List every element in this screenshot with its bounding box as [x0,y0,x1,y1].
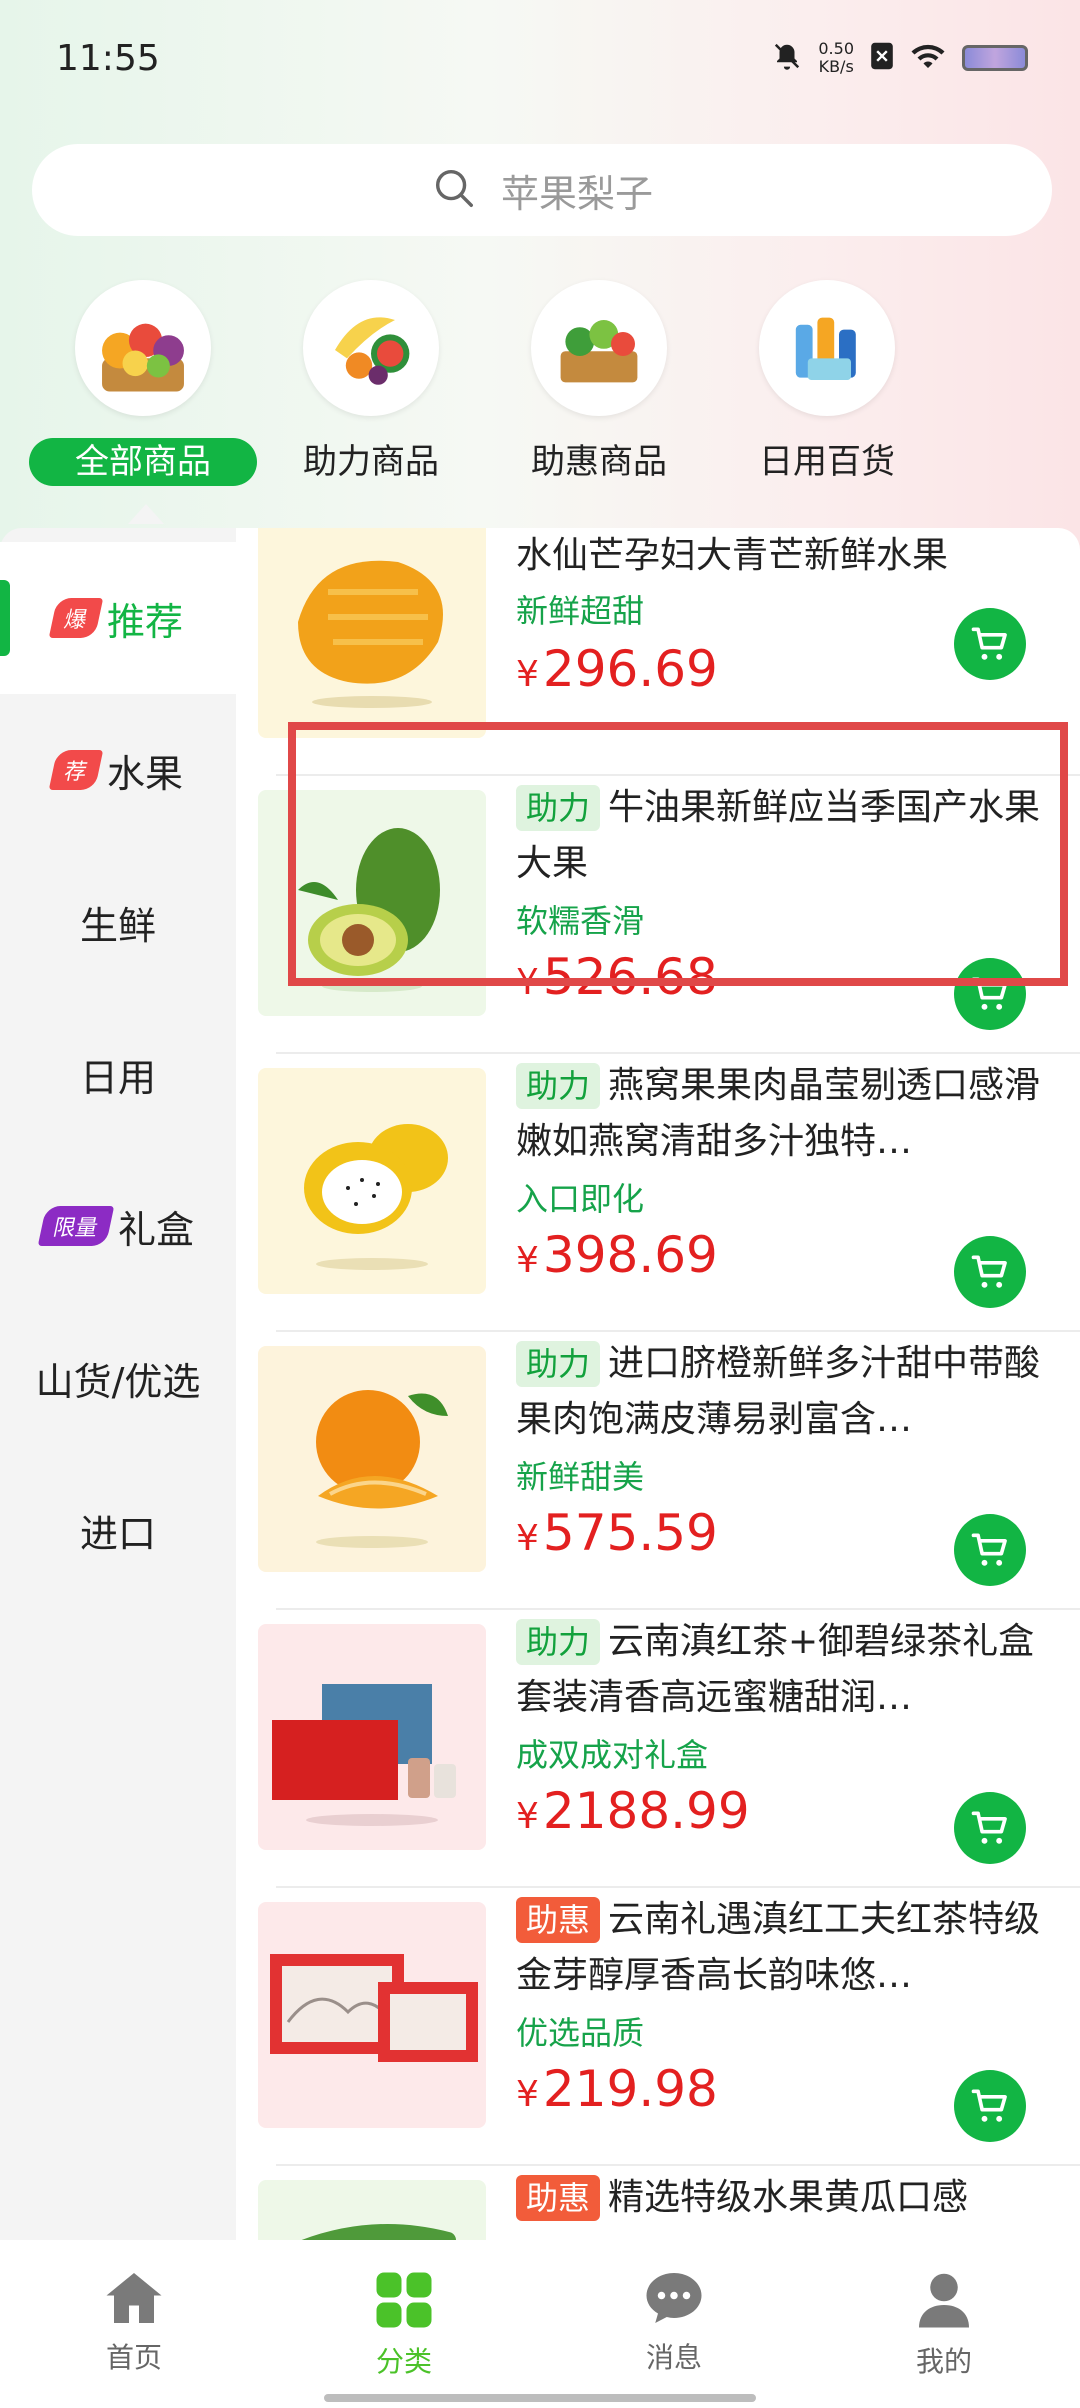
product-subtitle: 新鲜甜美 [516,1458,645,1496]
network-speed: 0.50 KB/s [818,39,854,76]
vegetable-basket-image [531,280,667,416]
product-card[interactable]: 助力 进口脐橙新鲜多汁甜中带酸果肉饱满皮薄易剥富含… 新鲜甜美 ¥575.59 [236,1332,1080,1610]
product-card[interactable]: 助惠 精选特级水果黄瓜口感 [236,2166,1080,2240]
chat-bubble-icon [646,2273,702,2323]
fruit-mix-image [303,280,439,416]
sidebar-item-recommend[interactable]: 爆 推荐 [0,542,236,694]
product-list: 水仙芒孕妇大青芒新鲜水果 新鲜超甜 ¥296.69 助力 牛油果新鲜应当季国产水果… [236,528,1080,2240]
sidebar: 爆 推荐 荐 水果 生鲜 日用 限量 礼盒 山货/优选 进口 [0,528,236,2240]
top-category-all[interactable]: 全部商品 [28,280,258,486]
active-category-pointer [128,504,164,524]
product-price: ¥219.98 [516,2060,718,2118]
product-price: ¥296.69 [516,640,718,698]
nav-category[interactable]: 分类 [304,2270,504,2380]
home-icon [106,2273,162,2323]
recommend-badge: 荐 [48,750,104,790]
user-icon [919,2273,969,2328]
product-title: 助力 燕窝果果肉晶莹剔透口感滑嫩如燕窝清甜多汁独特… [516,1063,1041,1162]
search-bar[interactable]: 苹果梨子 [32,144,1052,236]
product-card[interactable]: 助力 云南滇红茶+御碧绿茶礼盒套装清香高远蜜糖甜润… 成双成对礼盒 ¥2188.9… [236,1610,1080,1888]
top-category-bar: 全部商品 助力商品 助惠商品 日用百货 [0,280,1080,490]
tag-benefit: 助惠 [516,1897,601,1943]
cart-icon [971,1811,1007,1844]
active-indicator [0,580,10,656]
cart-icon [971,627,1007,660]
product-image-mango [258,528,486,738]
status-bar: 11:55 0.50 KB/s [0,0,1080,120]
product-title: 助惠 精选特级水果黄瓜口感 [516,2170,1056,2226]
cart-icon [971,1255,1007,1288]
fruit-basket-image [75,280,211,416]
nav-profile[interactable]: 我的 [844,2270,1044,2380]
product-card[interactable]: 水仙芒孕妇大青芒新鲜水果 新鲜超甜 ¥296.69 [236,528,1080,776]
product-title: 水仙芒孕妇大青芒新鲜水果 [516,535,949,576]
search-placeholder: 苹果梨子 [500,171,653,216]
product-price: ¥398.69 [516,1226,718,1284]
nav-messages[interactable]: 消息 [574,2270,774,2376]
product-subtitle: 入口即化 [516,1180,645,1218]
add-to-cart-button[interactable] [954,1514,1026,1586]
product-price: ¥2188.99 [516,1782,750,1840]
product-card[interactable]: 助力 燕窝果果肉晶莹剔透口感滑嫩如燕窝清甜多汁独特… 入口即化 ¥398.69 [236,1054,1080,1332]
product-card[interactable]: 助力 牛油果新鲜应当季国产水果大果 软糯香滑 ¥526.68 [236,776,1080,1054]
top-category-daily[interactable]: 日用百货 [712,280,942,486]
product-image-black-tea [258,1902,486,2128]
limited-badge: 限量 [37,1206,115,1246]
product-subtitle: 软糯香滑 [516,902,645,940]
product-image-cucumber [258,2180,486,2240]
sidebar-item-mountain[interactable]: 山货/优选 [0,1302,236,1454]
sidebar-item-fresh[interactable]: 生鲜 [0,846,236,998]
sidebar-item-import[interactable]: 进口 [0,1454,236,1606]
product-title: 助力 进口脐橙新鲜多汁甜中带酸果肉饱满皮薄易剥富含… [516,1341,1041,1440]
product-title: 助力 牛油果新鲜应当季国产水果大果 [516,785,1041,884]
status-icons: 0.50 KB/s [772,40,1028,76]
product-price: ¥526.68 [516,948,718,1006]
top-category-help[interactable]: 助力商品 [256,280,486,486]
add-to-cart-button[interactable] [954,958,1026,1030]
sim-off-icon [870,41,894,75]
mute-bell-icon [772,41,802,75]
cart-icon [971,2089,1007,2122]
product-title: 助力 云南滇红茶+御碧绿茶礼盒套装清香高远蜜糖甜润… [516,1619,1035,1718]
product-image-orange [258,1346,486,1572]
add-to-cart-button[interactable] [954,1236,1026,1308]
search-icon [431,165,477,215]
status-time: 11:55 [56,38,160,79]
nav-home[interactable]: 首页 [34,2270,234,2376]
product-title: 助惠 云南礼遇滇红工夫红茶特级金芽醇厚香高长韵味悠… [516,1897,1041,1996]
product-price: ¥575.59 [516,1504,718,1562]
product-image-avocado [258,790,486,1016]
tag-help: 助力 [516,785,601,831]
battery-icon [962,45,1028,71]
tag-help: 助力 [516,1619,601,1665]
product-card[interactable]: 助惠 云南礼遇滇红工夫红茶特级金芽醇厚香高长韵味悠… 优选品质 ¥219.98 [236,1888,1080,2166]
daily-goods-image [759,280,895,416]
cart-icon [971,1533,1007,1566]
home-indicator [324,2394,756,2402]
product-image-pitaya [258,1068,486,1294]
product-image-tea-gift [258,1624,486,1850]
cart-icon [971,977,1007,1010]
tag-benefit: 助惠 [516,2175,601,2221]
tag-help: 助力 [516,1063,601,1109]
product-subtitle: 新鲜超甜 [516,592,645,630]
tag-help: 助力 [516,1341,601,1387]
wifi-icon [910,41,946,75]
sidebar-item-daily[interactable]: 日用 [0,998,236,1150]
bottom-navigation: 首页 分类 消息 我的 [0,2240,1080,2408]
product-subtitle: 成双成对礼盒 [516,1736,709,1774]
add-to-cart-button[interactable] [954,2070,1026,2142]
sidebar-item-giftbox[interactable]: 限量 礼盒 [0,1150,236,1302]
add-to-cart-button[interactable] [954,1792,1026,1864]
product-subtitle: 优选品质 [516,2014,645,2052]
sidebar-item-fruit[interactable]: 荐 水果 [0,694,236,846]
hot-badge: 爆 [48,598,104,638]
top-category-benefit[interactable]: 助惠商品 [484,280,714,486]
category-grid-icon [376,2272,432,2328]
add-to-cart-button[interactable] [954,608,1026,680]
